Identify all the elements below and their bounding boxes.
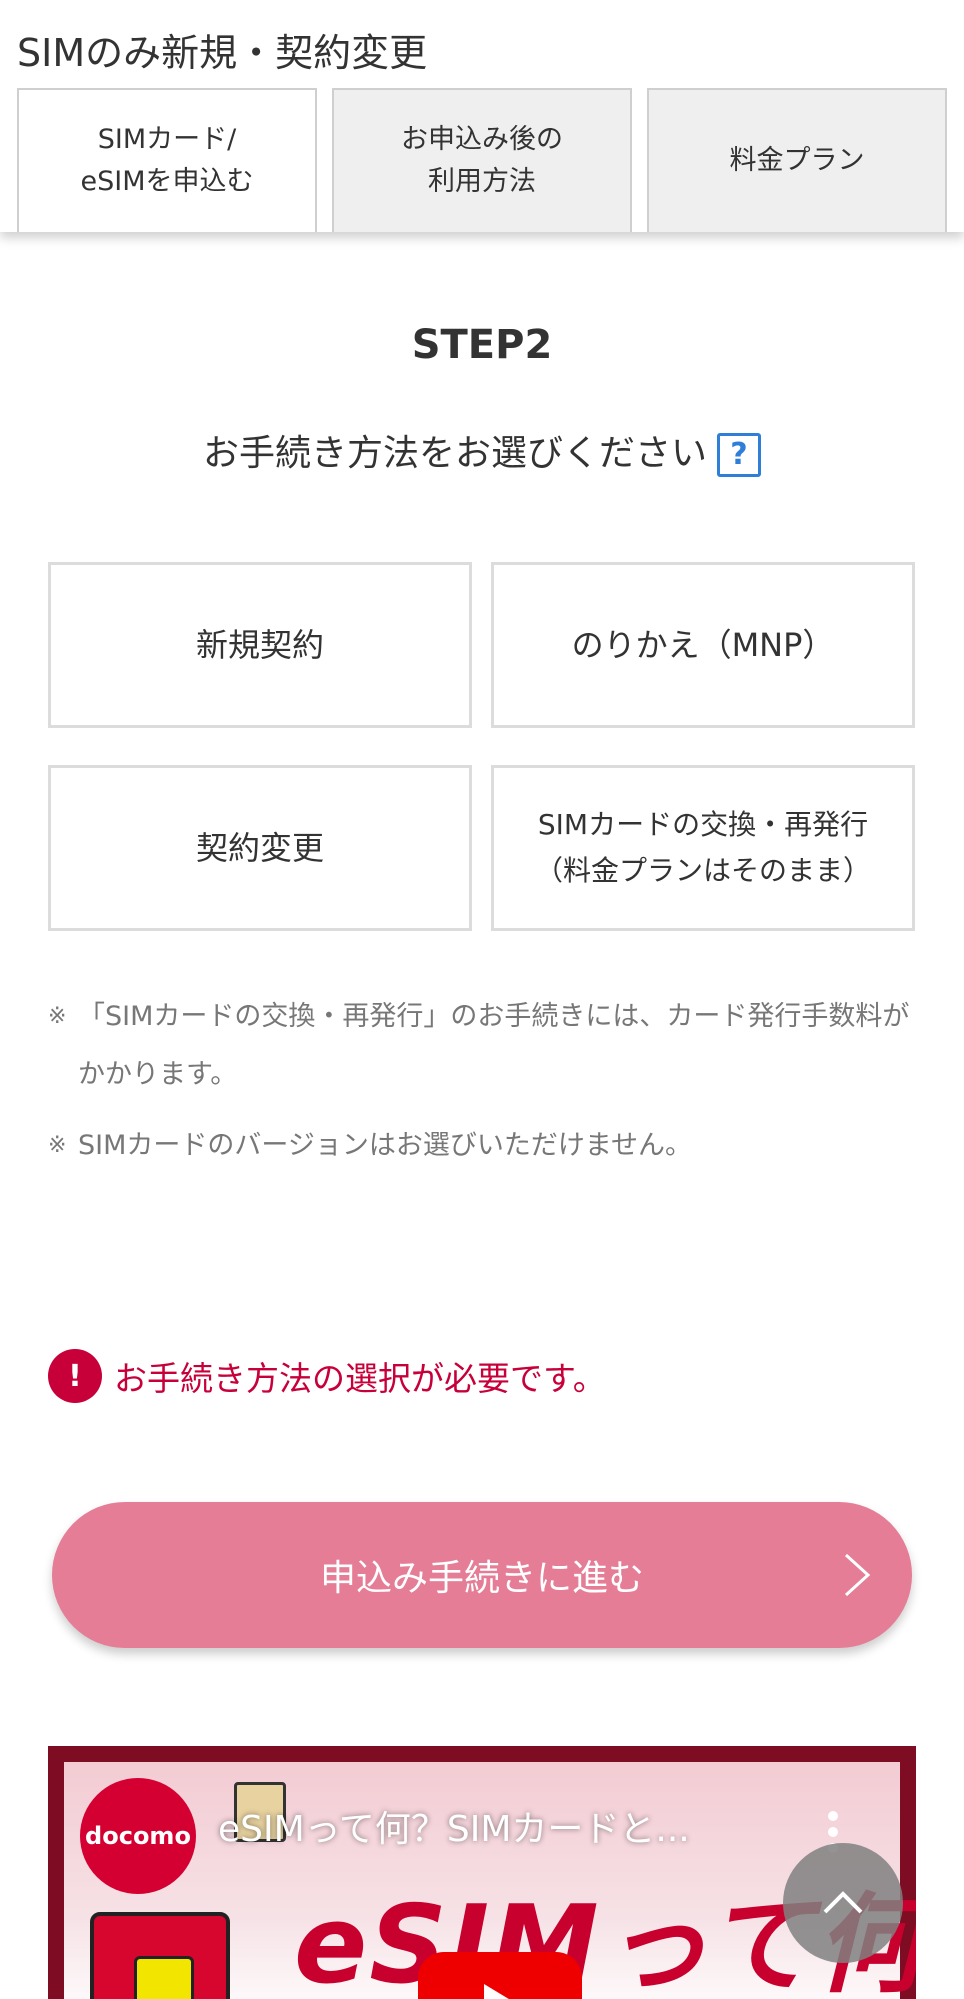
- note-reissue-fee: ※ 「SIMカードの交換・再発行」のお手続きには、カード発行手数料がかかります。: [48, 988, 918, 1104]
- tab-price-plan[interactable]: 料金プラン: [647, 88, 947, 232]
- question-text: お手続き方法をお選びください: [202, 433, 707, 474]
- chip-illustration: [134, 1956, 194, 1999]
- exclamation-icon: !: [48, 1349, 102, 1403]
- chevron-right-icon: [844, 1553, 871, 1597]
- option-sim-reissue[interactable]: SIMカードの交換・再発行 （料金プランはそのまま）: [491, 765, 915, 931]
- step-title: STEP2: [411, 322, 553, 368]
- page-title: SIMのみ新規・契約変更: [17, 31, 428, 75]
- docomo-logo: docomo: [80, 1778, 196, 1894]
- note-text: 「SIMカードの交換・再発行」のお手続きには、カード発行手数料がかかります。: [78, 1001, 910, 1090]
- proceed-button-label: 申込み手続きに進む: [319, 1558, 644, 1599]
- option-new-contract[interactable]: 新規契約: [48, 562, 472, 728]
- note-mark: ※: [48, 1004, 67, 1029]
- proceed-button[interactable]: 申込み手続きに進む: [52, 1502, 912, 1648]
- tab-bar: SIMカード/ eSIMを申込む お申込み後の 利用方法 料金プラン: [17, 88, 947, 232]
- error-text: お手続き方法の選択が必要です。: [114, 1359, 606, 1398]
- video-embed[interactable]: docomo eSIMって何？SIMカードと... eSIMって何: [48, 1746, 916, 1999]
- option-mnp[interactable]: のりかえ（MNP）: [491, 562, 915, 728]
- tab-after-apply-usage[interactable]: お申込み後の 利用方法: [332, 88, 632, 232]
- video-thumbnail: docomo eSIMって何？SIMカードと... eSIMって何: [64, 1762, 916, 1999]
- tab-apply-sim[interactable]: SIMカード/ eSIMを申込む: [17, 88, 317, 232]
- chevron-up-icon: [823, 1891, 863, 1914]
- note-sim-version: ※ SIMカードのバージョンはお選びいただけません。: [48, 1117, 918, 1175]
- option-contract-change[interactable]: 契約変更: [48, 765, 472, 931]
- header: SIMのみ新規・契約変更 SIMカード/ eSIMを申込む お申込み後の 利用方…: [0, 0, 964, 232]
- note-text: SIMカードのバージョンはお選びいただけません。: [78, 1130, 693, 1161]
- scroll-top-button[interactable]: [783, 1843, 903, 1963]
- error-message: ! お手続き方法の選択が必要です。: [48, 1348, 606, 1404]
- phone-illustration: [90, 1912, 230, 1999]
- note-mark: ※: [48, 1133, 67, 1158]
- video-title[interactable]: eSIMって何？SIMカードと...: [218, 1800, 690, 1852]
- procedure-question: お手続き方法をお選びください?: [0, 424, 964, 477]
- question-icon[interactable]: ?: [717, 433, 761, 477]
- youtube-play-icon[interactable]: [418, 1952, 582, 1999]
